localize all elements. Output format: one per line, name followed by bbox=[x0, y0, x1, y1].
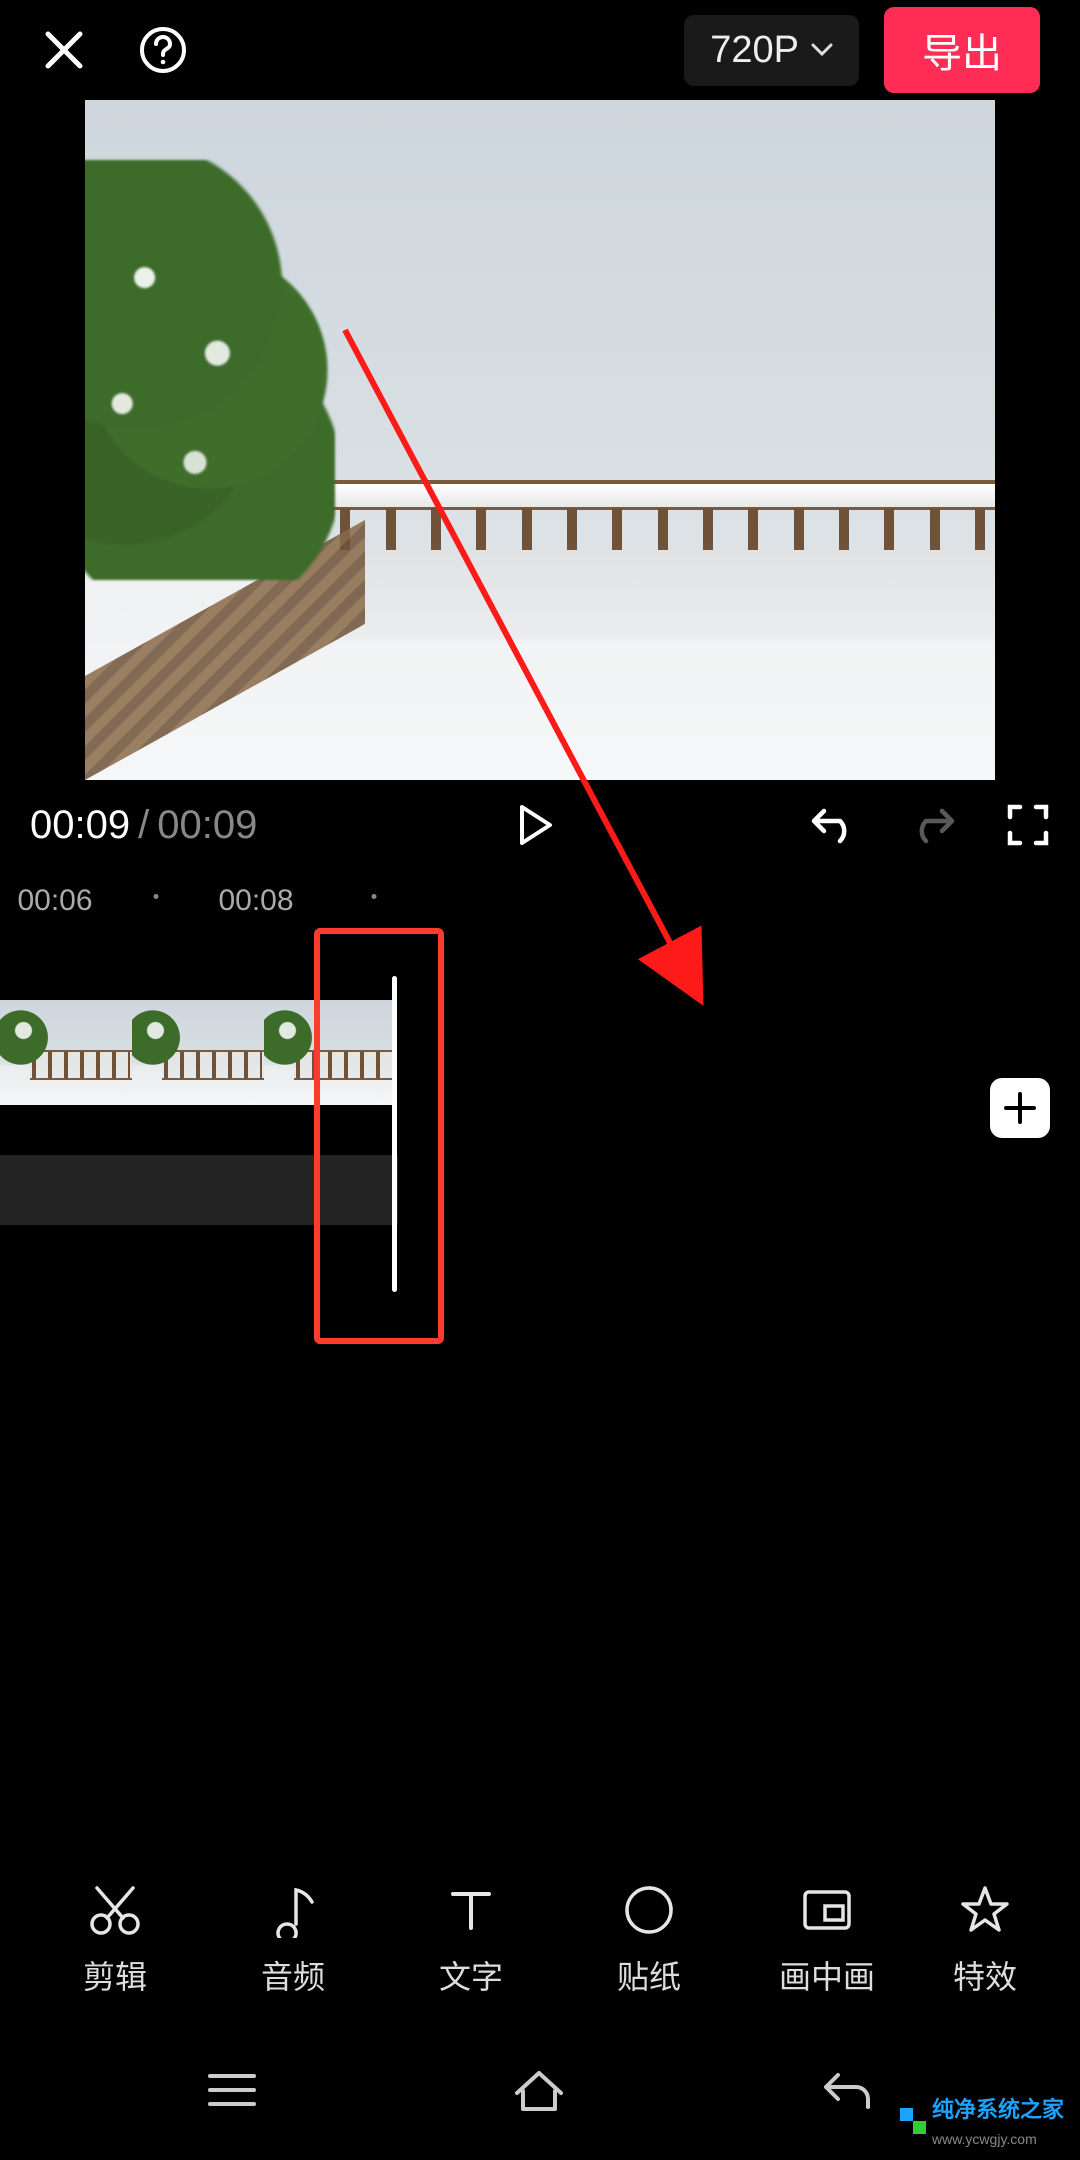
nav-home-button[interactable] bbox=[511, 2067, 567, 2113]
annotation-highlight-box bbox=[314, 928, 444, 1344]
total-time: 00:09 bbox=[157, 803, 257, 848]
star-icon bbox=[957, 1882, 1013, 1938]
video-track[interactable] bbox=[0, 1000, 396, 1105]
undo-button[interactable] bbox=[810, 805, 858, 845]
tool-label: 贴纸 bbox=[617, 1952, 681, 1998]
playhead[interactable] bbox=[392, 976, 397, 1292]
tool-row: 剪辑 音频 文字 贴纸 画中画 特效 bbox=[0, 1870, 1080, 2010]
export-button[interactable]: 导出 bbox=[884, 7, 1040, 93]
current-time: 00:09 bbox=[30, 803, 130, 848]
back-icon bbox=[820, 2069, 874, 2111]
play-icon bbox=[512, 803, 556, 847]
clip-thumbnail bbox=[0, 1000, 132, 1105]
fullscreen-button[interactable] bbox=[1006, 803, 1050, 847]
resolution-selector[interactable]: 720P bbox=[684, 15, 859, 86]
scissors-icon bbox=[87, 1882, 143, 1938]
tool-edit[interactable]: 剪辑 bbox=[50, 1882, 180, 1998]
music-note-icon bbox=[265, 1882, 321, 1938]
close-button[interactable] bbox=[40, 26, 88, 74]
tool-text[interactable]: 文字 bbox=[406, 1882, 536, 1998]
tool-audio[interactable]: 音频 bbox=[228, 1882, 358, 1998]
top-bar-right: 720P 导出 bbox=[684, 7, 1040, 93]
timeline[interactable]: 00:06 00:08 bbox=[0, 880, 1080, 1310]
help-button[interactable] bbox=[138, 25, 188, 75]
tool-label: 特效 bbox=[953, 1952, 1017, 1998]
undo-icon bbox=[810, 805, 858, 845]
watermark-url: www.ycwgjy.com bbox=[932, 2131, 1037, 2147]
playback-right bbox=[810, 803, 1050, 847]
export-label: 导出 bbox=[922, 32, 1002, 76]
tool-sticker[interactable]: 贴纸 bbox=[584, 1882, 714, 1998]
ruler-tick: 00:06 bbox=[17, 884, 92, 918]
home-icon bbox=[511, 2067, 567, 2113]
watermark-logo-icon bbox=[900, 2108, 926, 2134]
redo-button[interactable] bbox=[908, 805, 956, 845]
clip-thumbnail bbox=[132, 1000, 264, 1105]
preview-deck bbox=[285, 480, 995, 640]
tool-label: 画中画 bbox=[779, 1952, 875, 1998]
watermark: 纯净系统之家 www.ycwgjy.com bbox=[896, 2090, 1068, 2152]
preview-tree bbox=[85, 160, 335, 580]
pip-icon bbox=[799, 1882, 855, 1938]
playback-bar: 00:09 / 00:09 bbox=[0, 780, 1080, 870]
timeline-tracks bbox=[0, 930, 1080, 1290]
add-clip-button[interactable] bbox=[990, 1078, 1050, 1138]
time-separator: / bbox=[138, 803, 149, 848]
ruler-dot bbox=[154, 894, 159, 899]
play-button[interactable] bbox=[512, 803, 556, 847]
chevron-down-icon bbox=[811, 43, 833, 57]
preview-area bbox=[0, 100, 1080, 780]
help-icon bbox=[138, 25, 188, 75]
close-icon bbox=[40, 26, 88, 74]
sticker-icon bbox=[621, 1882, 677, 1938]
video-preview[interactable] bbox=[85, 100, 995, 780]
tool-label: 剪辑 bbox=[83, 1952, 147, 1998]
nav-back-button[interactable] bbox=[820, 2069, 874, 2111]
ruler-tick: 00:08 bbox=[218, 884, 293, 918]
audio-track[interactable] bbox=[0, 1155, 398, 1225]
tool-label: 文字 bbox=[439, 1952, 503, 1998]
ruler-dot bbox=[372, 894, 377, 899]
tool-pip[interactable]: 画中画 bbox=[762, 1882, 892, 1998]
plus-icon bbox=[1003, 1091, 1037, 1125]
time-display: 00:09 / 00:09 bbox=[30, 803, 257, 848]
top-bar-left bbox=[40, 25, 188, 75]
redo-icon bbox=[908, 805, 956, 845]
playback-center bbox=[267, 803, 800, 847]
nav-menu-button[interactable] bbox=[206, 2070, 258, 2110]
resolution-label: 720P bbox=[710, 29, 799, 72]
tool-label: 音频 bbox=[261, 1952, 325, 1998]
top-bar: 720P 导出 bbox=[0, 0, 1080, 100]
text-icon bbox=[443, 1882, 499, 1938]
menu-icon bbox=[206, 2070, 258, 2110]
watermark-title: 纯净系统之家 bbox=[932, 2097, 1064, 2122]
timeline-ruler: 00:06 00:08 bbox=[0, 880, 1080, 920]
fullscreen-icon bbox=[1006, 803, 1050, 847]
tool-effect[interactable]: 特效 bbox=[940, 1882, 1030, 1998]
clip-thumbnail bbox=[264, 1000, 396, 1105]
